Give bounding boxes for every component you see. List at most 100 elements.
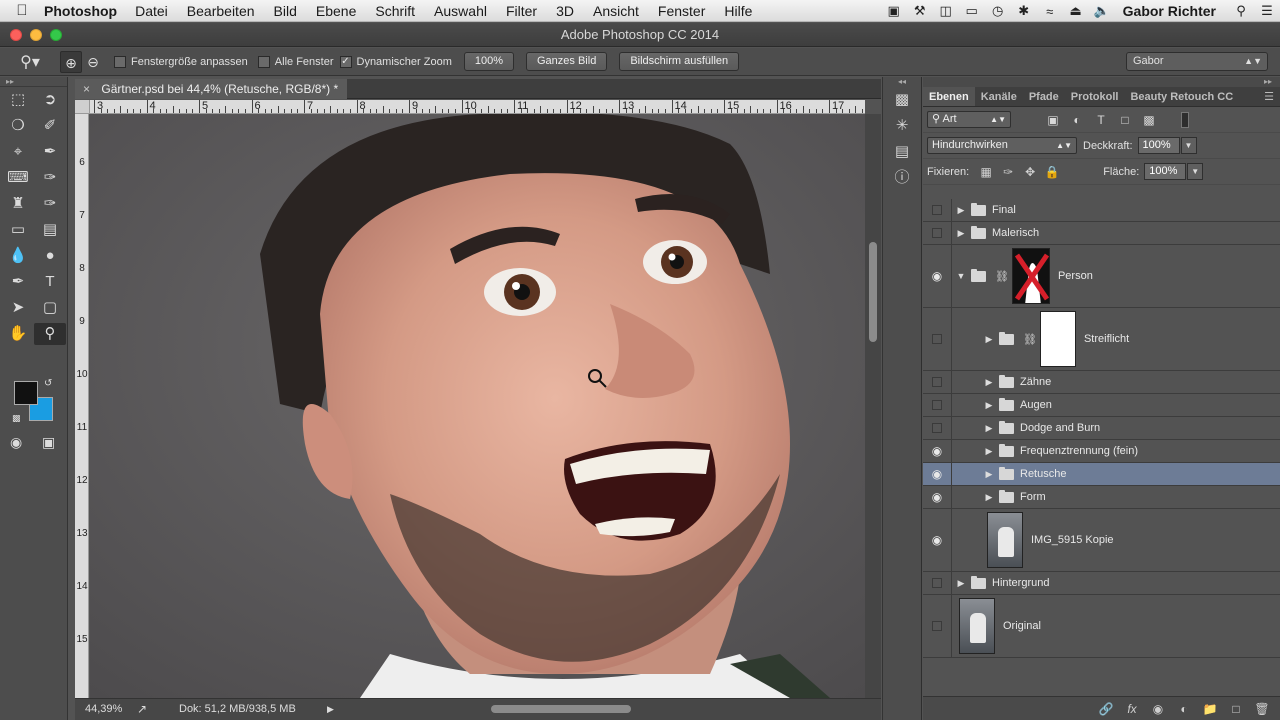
layer-visibility-toggle[interactable]: ◉ <box>923 486 952 508</box>
fill-dropdown-icon[interactable]: ▼ <box>1187 163 1204 180</box>
menu-ansicht[interactable]: Ansicht <box>593 3 639 19</box>
airplay-icon[interactable]: ▭ <box>959 3 985 19</box>
tab-beauty-retouch[interactable]: Beauty Retouch CC <box>1124 87 1239 106</box>
disclosure-closed-icon[interactable]: ▶ <box>983 400 995 411</box>
blur-tool-icon[interactable]: 💧 <box>2 245 34 267</box>
zoom-tool-preset-icon[interactable]: ⚲▾ <box>0 52 60 72</box>
dynamic-zoom-box-checked[interactable]: ✓ <box>339 55 352 68</box>
layer-visibility-toggle[interactable] <box>923 222 952 244</box>
apple-icon[interactable]:  <box>0 2 44 19</box>
menu-3d[interactable]: 3D <box>556 3 574 19</box>
info-panel-icon[interactable]: ⓘ <box>883 165 921 191</box>
notification-list-icon[interactable]: ☰ <box>1254 3 1280 19</box>
history-brush-tool-icon[interactable]: ✑ <box>34 193 66 215</box>
move-tool-icon[interactable]: ➲ <box>34 89 66 111</box>
layer-mask-thumbnail[interactable] <box>1039 311 1076 367</box>
zoom-in-icon[interactable]: ⊕ <box>60 50 82 73</box>
clone-stamp-tool-icon[interactable]: ♜ <box>2 193 34 215</box>
type-tool-icon[interactable]: T <box>34 271 66 293</box>
layer-row[interactable]: ▶ Final <box>923 199 1280 222</box>
layer-row[interactable]: ▶ Hintergrund <box>923 572 1280 595</box>
layer-row[interactable]: Original <box>923 595 1280 658</box>
vertical-scrollbar[interactable] <box>865 114 881 698</box>
layer-image-thumbnail[interactable] <box>987 512 1023 568</box>
whole-image-button[interactable]: Ganzes Bild <box>526 52 608 71</box>
layer-row[interactable]: ▶ Augen <box>923 394 1280 417</box>
new-layer-icon[interactable]: □ <box>1228 702 1244 716</box>
layer-row[interactable]: ▶ Zähne <box>923 371 1280 394</box>
close-tab-icon[interactable]: × <box>83 82 90 96</box>
zoom-tool-icon[interactable]: ⚲ <box>34 323 66 345</box>
layer-visibility-toggle[interactable] <box>923 199 952 221</box>
menu-filter[interactable]: Filter <box>506 3 537 19</box>
menu-schrift[interactable]: Schrift <box>375 3 415 19</box>
default-colors-icon[interactable]: ▩ <box>12 413 21 424</box>
tab-ebenen[interactable]: Ebenen <box>923 87 975 106</box>
layer-image-thumbnail[interactable] <box>959 598 995 654</box>
filter-toggle-switch[interactable] <box>1181 111 1189 128</box>
menu-app-name[interactable]: Photoshop <box>44 3 117 19</box>
brush-settings-icon[interactable]: ✳ <box>883 113 921 139</box>
hand-tool-icon[interactable]: ✋ <box>2 323 34 345</box>
minimize-window-button[interactable] <box>30 29 42 41</box>
zoom-100-button[interactable]: 100% <box>463 52 514 71</box>
disclosure-closed-icon[interactable]: ▶ <box>955 205 967 216</box>
layer-row[interactable]: ▶ Malerisch <box>923 222 1280 245</box>
fill-screen-button[interactable]: Bildschirm ausfüllen <box>619 52 740 71</box>
crop-tool-icon[interactable]: ⌖ <box>2 141 34 163</box>
zoom-out-icon[interactable]: ⊖ <box>82 51 104 73</box>
disclosure-closed-icon[interactable]: ▶ <box>983 469 995 480</box>
tools-panel-collapse-icon[interactable]: ▸▸ <box>0 77 67 87</box>
all-windows-checkbox[interactable]: Alle Fenster <box>257 55 334 68</box>
close-window-button[interactable] <box>10 29 22 41</box>
disclosure-closed-icon[interactable]: ▶ <box>983 423 995 434</box>
eyedropper-tool-icon[interactable]: ✒ <box>34 141 66 163</box>
disclosure-closed-icon[interactable]: ▶ <box>983 492 995 503</box>
filter-adjustment-icon[interactable]: ◐ <box>1065 113 1089 127</box>
lock-transparency-icon[interactable]: ▦ <box>975 165 997 179</box>
lock-position-icon[interactable]: ✥ <box>1019 165 1041 179</box>
fit-window-box[interactable] <box>114 55 126 68</box>
tab-pfade[interactable]: Pfade <box>1023 87 1065 106</box>
lasso-tool-icon[interactable]: ❍ <box>2 115 34 137</box>
screen-mirror-icon[interactable]: ▣ <box>881 3 907 19</box>
vertical-ruler[interactable]: 6 7 8 9 10 11 12 13 14 15 <box>75 114 89 698</box>
gradient-tool-icon[interactable]: ▤ <box>34 219 66 241</box>
maximize-window-button[interactable] <box>50 29 62 41</box>
layer-row[interactable]: ▶ Dodge and Burn <box>923 417 1280 440</box>
vertical-scroll-thumb[interactable] <box>869 242 877 342</box>
layer-row[interactable]: ▶ ⛓ Streiflicht <box>923 308 1280 371</box>
brush-tool-icon[interactable]: ✑ <box>34 167 66 189</box>
ruler-origin[interactable] <box>75 100 90 114</box>
menu-bild[interactable]: Bild <box>274 3 297 19</box>
layer-row[interactable]: ◉ ▶ Form <box>923 486 1280 509</box>
bluetooth-icon[interactable]: ✱ <box>1011 3 1037 19</box>
panel-menu-icon[interactable]: ☰ <box>1264 87 1274 107</box>
layer-visibility-toggle[interactable] <box>923 595 952 657</box>
status-menu-arrow-icon[interactable]: ▶ <box>327 699 334 719</box>
blend-mode-select[interactable]: Hindurchwirken ▲▼ <box>927 137 1077 154</box>
horizontal-scroll-thumb[interactable] <box>491 705 631 713</box>
dodge-tool-icon[interactable]: ● <box>34 245 66 267</box>
layer-row[interactable]: ◉ ▶ Frequenztrennung (fein) <box>923 440 1280 463</box>
workspace-select[interactable]: Gabor ▲▼ <box>1126 52 1268 71</box>
time-machine-icon[interactable]: ◷ <box>985 3 1011 19</box>
marquee-tool-icon[interactable]: ⬚ <box>2 89 34 111</box>
filter-smartobject-icon[interactable]: ▩ <box>1137 113 1161 127</box>
strip-collapse-icon[interactable]: ◂◂ <box>883 77 921 87</box>
menu-datei[interactable]: Datei <box>135 3 168 19</box>
quick-selection-tool-icon[interactable]: ✐ <box>34 115 66 137</box>
healing-brush-tool-icon[interactable]: ⌨ <box>2 167 34 189</box>
layer-filter-kind-select[interactable]: ⚲ Art ▲▼ <box>927 111 1011 128</box>
layer-row[interactable]: ◉ IMG_5915 Kopie <box>923 509 1280 572</box>
zoom-level-field[interactable]: 44,39% <box>85 699 122 719</box>
foreground-color-swatch[interactable] <box>14 381 38 405</box>
path-selection-tool-icon[interactable]: ➤ <box>2 297 34 319</box>
disclosure-closed-icon[interactable]: ▶ <box>955 578 967 589</box>
layers-panel-collapse-icon[interactable]: ▸▸ <box>923 77 1280 87</box>
document-canvas[interactable] <box>90 114 865 698</box>
all-windows-box[interactable] <box>257 55 270 68</box>
opacity-input[interactable]: 100% <box>1137 137 1180 154</box>
quick-mask-icon[interactable]: ◉ <box>10 434 22 451</box>
layer-style-fx-icon[interactable]: fx <box>1124 702 1140 716</box>
